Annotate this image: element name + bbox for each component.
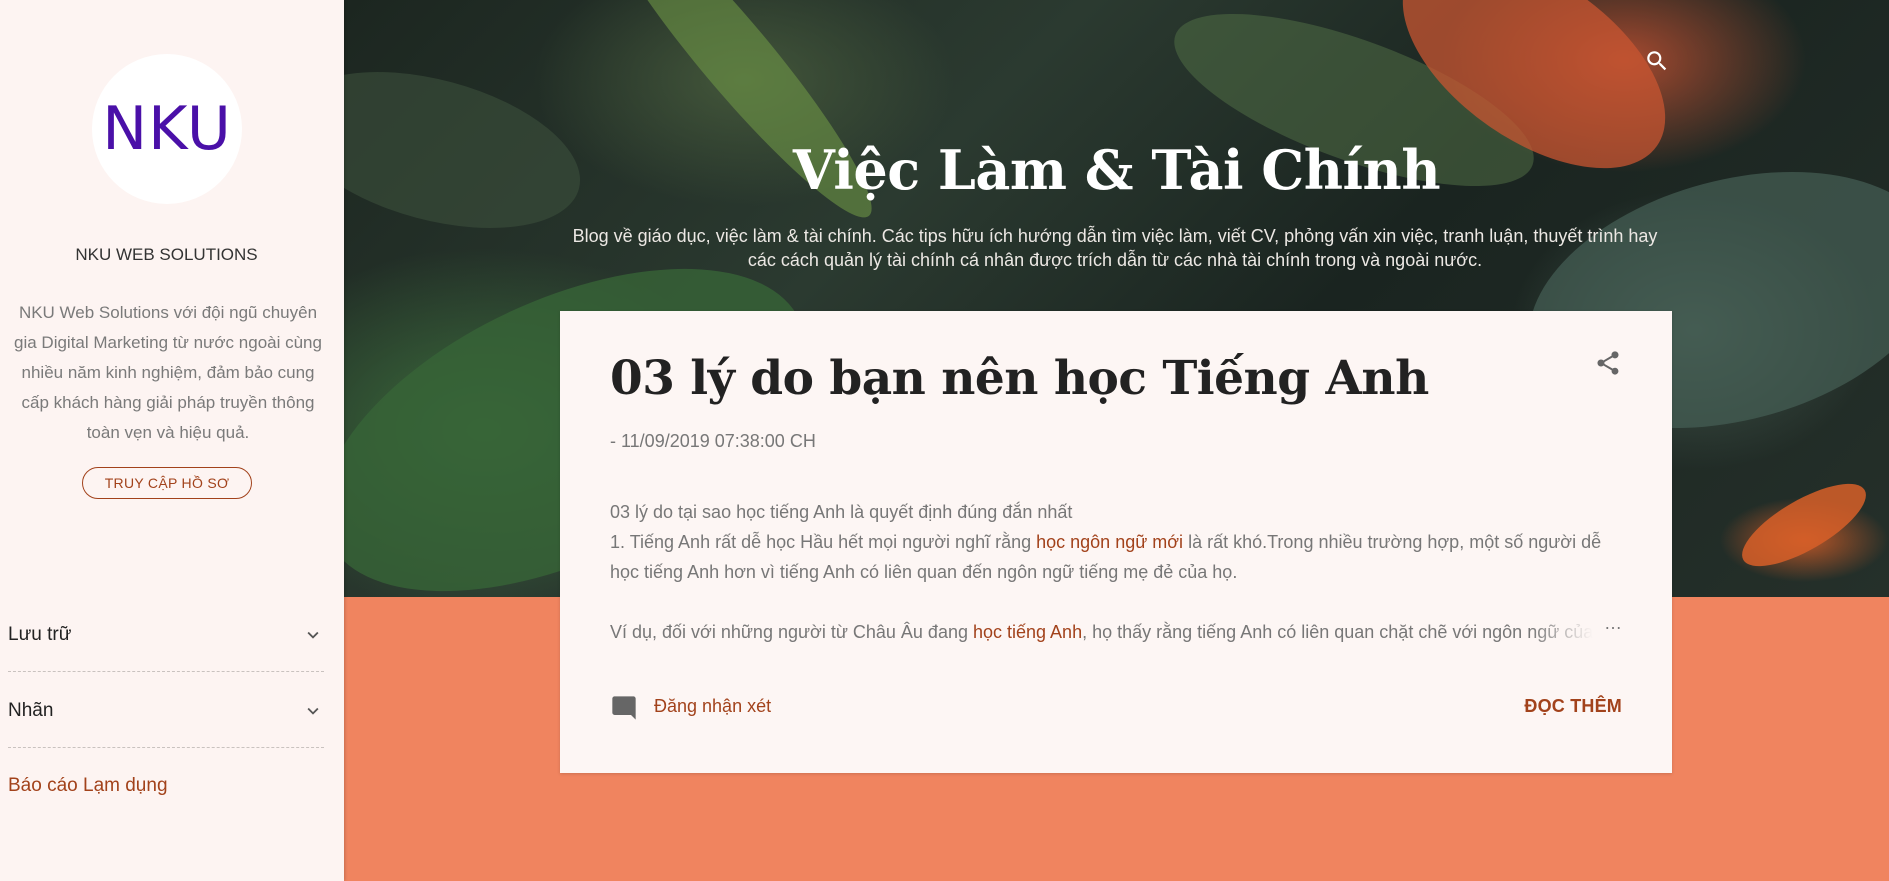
visit-profile-button[interactable]: TRUY CẬP HỒ SƠ [82,467,252,499]
archive-section[interactable]: Lưu trữ [8,598,324,672]
labels-label: Nhãn [8,699,54,721]
archive-label: Lưu trữ [8,623,72,645]
chevron-down-icon[interactable] [302,624,324,646]
post-text: Ví dụ, đối với những người từ Châu Âu đa… [610,622,973,642]
post-text: , họ thấy rằng tiếng Anh có liên quan ch… [1082,622,1594,642]
read-more-link[interactable]: ĐỌC THÊM [1524,696,1622,717]
logo-text: NKU [102,94,232,164]
sidebar: NKU NKU WEB SOLUTIONS NKU Web Solutions … [0,0,344,881]
inline-link[interactable]: học ngôn ngữ mới [1036,532,1183,552]
blog-description: Blog về giáo dục, việc làm & tài chính. … [572,226,1658,270]
post-paragraph: Ví dụ, đối với những người từ Châu Âu đa… [610,617,1620,647]
report-abuse-link[interactable]: Báo cáo Lạm dụng [8,775,168,797]
comment-icon[interactable] [610,694,638,722]
truncation-ellipsis: … [1604,613,1622,633]
blog-title[interactable]: Việc Làm & Tài Chính [344,138,1889,202]
post-text: 03 lý do tại sao học tiếng Anh là quyết … [610,502,1073,522]
post-text: 1. Tiếng Anh rất dễ học Hầu hết mọi ngườ… [610,532,1037,552]
profile-description: NKU Web Solutions với đội ngũ chuyên gia… [14,303,322,442]
search-icon[interactable] [1644,48,1670,74]
post-title[interactable]: 03 lý do bạn nên học Tiếng Anh [610,351,1429,406]
post-card: 03 lý do bạn nên học Tiếng Anh - 11/09/2… [560,311,1672,773]
labels-section[interactable]: Nhãn [8,674,324,748]
post-comment-link[interactable]: Đăng nhận xét [654,696,771,717]
post-date[interactable]: - 11/09/2019 07:38:00 CH [610,431,816,452]
profile-name: NKU WEB SOLUTIONS [75,245,258,264]
share-icon[interactable] [1594,349,1622,377]
post-snippet: 03 lý do tại sao học tiếng Anh là quyết … [610,497,1620,677]
chevron-down-icon[interactable] [302,700,324,722]
profile-logo[interactable]: NKU [92,54,242,204]
inline-link[interactable]: học tiếng Anh [973,622,1082,642]
post-paragraph: 03 lý do tại sao học tiếng Anh là quyết … [610,497,1620,587]
